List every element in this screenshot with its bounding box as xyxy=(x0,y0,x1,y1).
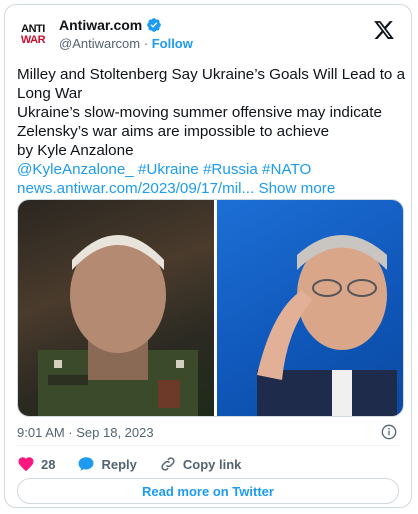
tweet-line: Long War xyxy=(17,85,83,102)
reply-button[interactable]: Reply xyxy=(77,455,137,473)
portrait-illustration xyxy=(257,235,397,416)
portrait-illustration xyxy=(38,235,198,416)
tweet-line: by Kyle Anzalone xyxy=(17,142,134,159)
tweet-line: Ukraine’s slow-moving summer offensive m… xyxy=(17,104,382,121)
copy-link-label: Copy link xyxy=(182,456,242,472)
tweet-timestamp[interactable]: 9:01 AM · Sep 18, 2023 xyxy=(17,425,154,440)
photo-milley[interactable] xyxy=(18,200,214,416)
tweet-actions: 28 Reply Copy link xyxy=(17,454,263,474)
article-link[interactable]: news.antiwar.com/2023/09/17/mil... xyxy=(17,180,254,197)
x-logo-icon[interactable] xyxy=(373,19,395,41)
author-name[interactable]: Antiwar.com xyxy=(59,17,142,33)
tweet-line: Milley and Stoltenberg Say Ukraine’s Goa… xyxy=(17,66,406,83)
author-info: Antiwar.com @Antiwarcom · Follow xyxy=(59,17,193,51)
tweet-tags[interactable]: @KyleAnzalone_ #Ukraine #Russia #NATO xyxy=(17,160,402,179)
tweet-media[interactable] xyxy=(17,199,404,417)
divider xyxy=(17,445,399,446)
info-icon[interactable] xyxy=(381,424,397,440)
tweet-header: ANTI WAR Antiwar.com @Antiwarcom · Follo… xyxy=(17,15,399,55)
read-more-button[interactable]: Read more on Twitter xyxy=(17,478,399,504)
follow-button[interactable]: Follow xyxy=(152,36,193,51)
reply-bubble-icon xyxy=(78,457,94,471)
reply-label: Reply xyxy=(101,456,137,472)
copy-link-button[interactable]: Copy link xyxy=(159,455,242,473)
verified-badge-icon xyxy=(147,18,162,32)
like-button[interactable]: 28 xyxy=(17,455,55,473)
heart-icon xyxy=(18,457,34,472)
photo-stoltenberg[interactable] xyxy=(217,200,403,416)
tweet-line: Zelensky’s war aims are impossible to ac… xyxy=(17,123,330,140)
tweet-text: Milley and Stoltenberg Say Ukraine’s Goa… xyxy=(17,65,406,198)
tweet-card: ANTI WAR Antiwar.com @Antiwarcom · Follo… xyxy=(4,4,412,508)
logo-line2: WAR xyxy=(20,34,46,46)
link-icon xyxy=(161,457,175,471)
author-handle[interactable]: @Antiwarcom xyxy=(59,36,140,51)
like-count: 28 xyxy=(41,456,56,472)
handle-separator: · xyxy=(143,36,149,51)
author-avatar[interactable]: ANTI WAR xyxy=(17,19,49,51)
show-more-link[interactable]: Show more xyxy=(258,180,335,197)
